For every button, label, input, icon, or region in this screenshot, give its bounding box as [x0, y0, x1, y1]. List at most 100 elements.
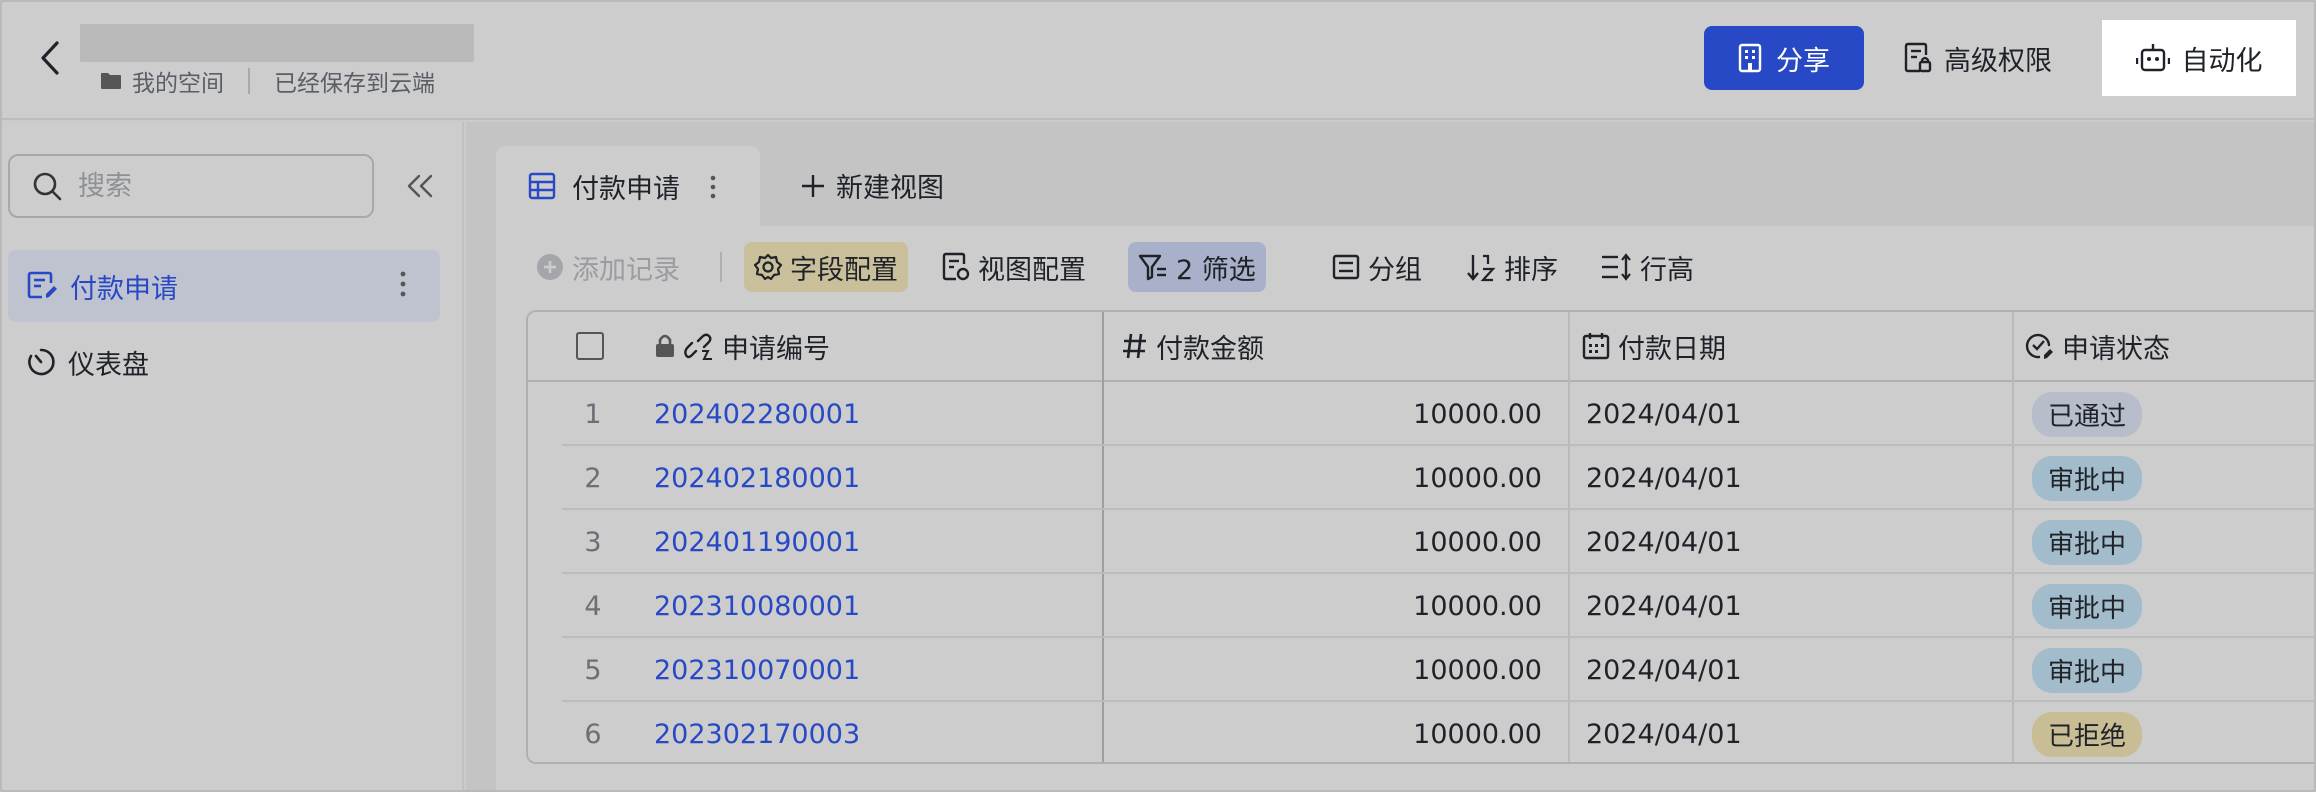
group-icon: [1332, 254, 1360, 280]
chevron-left-icon: [41, 41, 59, 75]
row-height-icon: [1602, 253, 1631, 281]
sidebar-item-dashboard[interactable]: 仪表盘: [8, 326, 440, 398]
column-header-date[interactable]: 付款日期: [1582, 312, 1726, 380]
table-row[interactable]: 5 202310070001 10000.00 2024/04/01 审批中: [528, 638, 2316, 702]
cell-amount[interactable]: 10000.00: [1108, 446, 1542, 510]
cell-status[interactable]: 已通过: [2032, 382, 2143, 446]
view-config-button[interactable]: 视图配置: [932, 242, 1096, 292]
sidebar-search[interactable]: [8, 154, 374, 218]
double-chevron-left-icon: [407, 174, 433, 198]
cell-request-id[interactable]: 202310070001: [654, 638, 860, 702]
automation-button[interactable]: 自动化: [2102, 20, 2296, 96]
status-badge: 已通过: [2032, 391, 2143, 437]
cell-amount[interactable]: 10000.00: [1108, 510, 1542, 574]
table-row[interactable]: 4 202310080001 10000.00 2024/04/01 审批中: [528, 574, 2316, 638]
cell-request-id[interactable]: 202401190001: [654, 510, 860, 574]
back-button[interactable]: [30, 36, 70, 80]
cell-amount[interactable]: 10000.00: [1108, 702, 1542, 762]
group-button[interactable]: 分组: [1322, 242, 1432, 292]
cell-request-id[interactable]: 202310080001: [654, 574, 860, 638]
tab-more-icon[interactable]: [710, 174, 732, 200]
cell-date[interactable]: 2024/04/01: [1586, 446, 1742, 510]
view-config-icon: [942, 252, 970, 281]
calendar-icon: [1582, 333, 1610, 360]
row-index: 5: [584, 654, 602, 686]
cell-amount[interactable]: 10000.00: [1108, 638, 1542, 702]
filter-icon: [1138, 254, 1166, 281]
row-index: 3: [584, 526, 602, 558]
view-config-label: 视图配置: [978, 254, 1086, 286]
column-header-label: 付款日期: [1618, 333, 1726, 365]
cell-date[interactable]: 2024/04/01: [1586, 382, 1742, 446]
column-header-label: 申请状态: [2062, 333, 2170, 365]
filter-button[interactable]: 2 筛选: [1128, 242, 1266, 292]
add-record-label: 添加记录: [572, 254, 680, 286]
cell-status[interactable]: 审批中: [2032, 510, 2143, 574]
collapse-sidebar-button[interactable]: [400, 166, 440, 206]
search-input[interactable]: [78, 170, 358, 202]
cell-date[interactable]: 2024/04/01: [1586, 510, 1742, 574]
main-panel: 付款申请 新建视图 添加记录 字段配置 视图配置 2 筛选 分组 排序 行高 申…: [466, 122, 2316, 792]
table-header: 申请编号 付款金额 付款日期 申请状态: [528, 312, 2316, 382]
gear-icon: [754, 253, 782, 281]
save-status: 已经保存到云端: [274, 71, 435, 97]
table-row[interactable]: 1 202402280001 10000.00 2024/04/01 已通过: [528, 382, 2316, 446]
column-header-label: 申请编号: [722, 333, 830, 365]
breadcrumb-space[interactable]: 我的空间: [132, 64, 224, 98]
document-title-placeholder[interactable]: [80, 24, 474, 62]
folder-icon: [101, 73, 121, 89]
row-height-label: 行高: [1640, 254, 1694, 286]
automation-label: 自动化: [2181, 45, 2263, 77]
status-badge: 审批中: [2032, 647, 2143, 693]
share-button[interactable]: 分享: [1704, 26, 1864, 90]
lock-icon: [656, 334, 674, 357]
cell-status[interactable]: 审批中: [2032, 638, 2143, 702]
doc-lock-icon: [1904, 42, 1932, 73]
sidebar-item-payment-request[interactable]: 付款申请: [8, 250, 440, 322]
more-icon[interactable]: [400, 270, 418, 298]
tab-label: 付款申请: [572, 173, 680, 205]
advanced-permission-button[interactable]: 高级权限: [1904, 26, 2052, 90]
select-all-checkbox[interactable]: [576, 332, 604, 360]
column-header-amount[interactable]: 付款金额: [1122, 312, 1264, 380]
table-row[interactable]: 3 202401190001 10000.00 2024/04/01 审批中: [528, 510, 2316, 574]
data-table: 申请编号 付款金额 付款日期 申请状态 120240228000110000: [526, 310, 2316, 764]
group-label: 分组: [1368, 254, 1422, 286]
status-icon: [2025, 333, 2053, 359]
form-edit-icon: [27, 271, 57, 299]
table-row[interactable]: 2 202402180001 10000.00 2024/04/01 审批中: [528, 446, 2316, 510]
cell-request-id[interactable]: 202402280001: [654, 382, 860, 446]
share-label: 分享: [1776, 45, 1830, 77]
new-view-button[interactable]: 新建视图: [800, 166, 944, 205]
column-header-id[interactable]: 申请编号: [654, 312, 830, 380]
sort-label: 排序: [1504, 254, 1558, 286]
cell-amount[interactable]: 10000.00: [1108, 382, 1542, 446]
cell-date[interactable]: 2024/04/01: [1586, 702, 1742, 762]
column-header-status[interactable]: 申请状态: [2024, 312, 2170, 380]
grid-icon: [528, 172, 556, 200]
status-badge: 审批中: [2032, 519, 2143, 565]
cell-request-id[interactable]: 202402180001: [654, 446, 860, 510]
sort-button[interactable]: 排序: [1456, 242, 1568, 292]
cell-status[interactable]: 审批中: [2032, 446, 2143, 510]
auto-number-icon: [684, 333, 712, 360]
cell-amount[interactable]: 10000.00: [1108, 574, 1542, 638]
breadcrumb: 我的空间 已经保存到云端: [100, 64, 435, 98]
hash-icon: [1123, 333, 1146, 359]
status-badge: 已拒绝: [2032, 711, 2143, 757]
search-icon: [33, 172, 62, 201]
cell-request-id[interactable]: 202302170003: [654, 702, 860, 762]
add-record-button[interactable]: 添加记录: [526, 242, 690, 292]
status-badge: 审批中: [2032, 455, 2143, 501]
cell-date[interactable]: 2024/04/01: [1586, 574, 1742, 638]
cell-status[interactable]: 审批中: [2032, 574, 2143, 638]
field-config-button[interactable]: 字段配置: [744, 242, 908, 292]
row-height-button[interactable]: 行高: [1590, 242, 1704, 292]
sidebar-item-label: 仪表盘: [68, 349, 149, 381]
cell-date[interactable]: 2024/04/01: [1586, 638, 1742, 702]
status-badge: 审批中: [2032, 583, 2143, 629]
table-row[interactable]: 6 202302170003 10000.00 2024/04/01 已拒绝: [528, 702, 2316, 762]
view-content: 添加记录 字段配置 视图配置 2 筛选 分组 排序 行高 申请编号 付款金额 付…: [496, 226, 2316, 792]
cell-status[interactable]: 已拒绝: [2032, 702, 2143, 762]
tab-payment-request[interactable]: 付款申请: [496, 146, 760, 226]
